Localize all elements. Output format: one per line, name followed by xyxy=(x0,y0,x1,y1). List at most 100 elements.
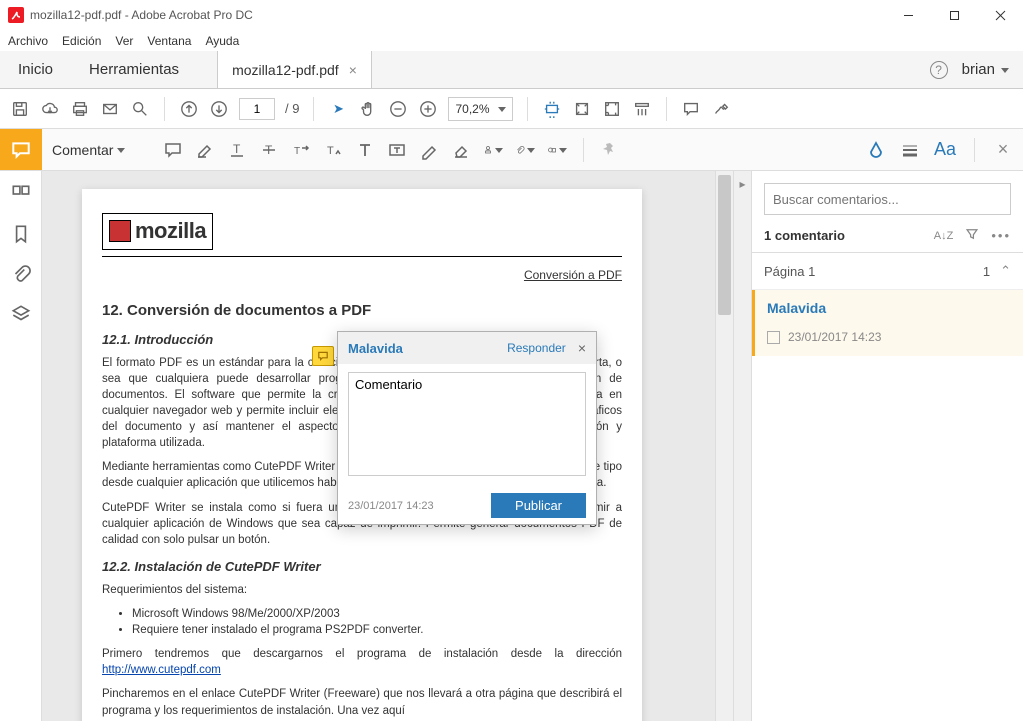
highlight-tool-icon[interactable] xyxy=(195,140,215,160)
sticky-note-marker[interactable] xyxy=(312,346,334,366)
comment-list-item[interactable]: Malavida 23/01/2017 14:23 xyxy=(752,290,1023,356)
stamp-tool-icon[interactable] xyxy=(483,140,503,160)
menu-window[interactable]: Ventana xyxy=(147,34,191,48)
attach-tool-icon[interactable] xyxy=(515,140,535,160)
close-toolbar-icon[interactable]: × xyxy=(993,140,1013,160)
save-icon[interactable] xyxy=(10,99,30,119)
tab-home[interactable]: Inicio xyxy=(0,51,71,88)
strikethrough-tool-icon[interactable]: T xyxy=(259,140,279,160)
prev-page-icon[interactable] xyxy=(179,99,199,119)
comment-dropdown[interactable]: Comentar xyxy=(52,142,125,158)
help-icon[interactable]: ? xyxy=(930,61,948,79)
shapes-tool-icon[interactable] xyxy=(547,140,567,160)
popup-author: Malavida xyxy=(348,341,403,356)
document-area: mozilla Conversión a PDF 12. Conversión … xyxy=(42,171,733,721)
chevron-up-icon[interactable]: ⌃ xyxy=(1000,263,1011,279)
doc-heading: 12. Conversión de documentos a PDF xyxy=(102,300,622,321)
menu-bar: Archivo Edición Ver Ventana Ayuda xyxy=(0,30,1023,51)
search-icon[interactable] xyxy=(130,99,150,119)
weight-tool-icon[interactable] xyxy=(900,140,920,160)
comment-mode-icon[interactable] xyxy=(0,129,42,170)
publish-button[interactable]: Publicar xyxy=(491,493,586,518)
user-menu[interactable]: brian xyxy=(962,61,1009,78)
hand-icon[interactable] xyxy=(358,99,378,119)
tab-close-icon[interactable]: × xyxy=(349,62,357,78)
title-bar: mozilla12-pdf.pdf - Adobe Acrobat Pro DC xyxy=(0,0,1023,30)
close-button[interactable] xyxy=(977,0,1023,30)
zoom-out-icon[interactable] xyxy=(388,99,408,119)
sort-icon[interactable]: A↓Z xyxy=(934,230,954,242)
zoom-select[interactable]: 70,2% xyxy=(448,97,512,121)
layers-icon[interactable] xyxy=(10,303,32,325)
color-tool-icon[interactable] xyxy=(866,140,886,160)
zoom-in-icon[interactable] xyxy=(418,99,438,119)
doc-paragraph: Primero tendremos que descargarnos el pr… xyxy=(102,646,622,678)
collapse-chevron-icon[interactable]: ▸ xyxy=(739,177,745,191)
pin-icon[interactable] xyxy=(600,140,620,160)
popup-timestamp: 23/01/2017 14:23 xyxy=(348,500,434,512)
item-checkbox[interactable] xyxy=(767,331,780,344)
panel-page-header[interactable]: Página 1 1 ⌃ xyxy=(752,253,1023,290)
doc-paragraph: Requerimientos del sistema: xyxy=(102,582,622,598)
text-tool-icon[interactable] xyxy=(355,140,375,160)
tab-document[interactable]: mozilla12-pdf.pdf × xyxy=(217,51,372,88)
right-rail-collapse: ▸ xyxy=(733,171,751,721)
scrollbar[interactable] xyxy=(715,171,733,721)
more-icon[interactable]: ••• xyxy=(991,228,1011,243)
insert-text-tool-icon[interactable]: T xyxy=(323,140,343,160)
mail-icon[interactable] xyxy=(100,99,120,119)
minimize-button[interactable] xyxy=(885,0,931,30)
textbox-tool-icon[interactable] xyxy=(387,140,407,160)
tab-tools[interactable]: Herramientas xyxy=(71,51,197,88)
menu-view[interactable]: Ver xyxy=(115,34,133,48)
chevron-down-icon xyxy=(1001,61,1009,78)
left-rail xyxy=(0,171,42,721)
sticky-note-tool-icon[interactable] xyxy=(163,140,183,160)
menu-help[interactable]: Ayuda xyxy=(205,34,239,48)
menu-file[interactable]: Archivo xyxy=(8,34,48,48)
attachments-icon[interactable] xyxy=(10,263,32,285)
chevron-down-icon xyxy=(559,142,567,157)
comment-icon[interactable] xyxy=(681,99,701,119)
doc-link[interactable]: http://www.cutepdf.com xyxy=(102,664,221,676)
menu-edit[interactable]: Edición xyxy=(62,34,101,48)
scrollbar-thumb[interactable] xyxy=(718,175,731,315)
maximize-button[interactable] xyxy=(931,0,977,30)
fit-width-icon[interactable] xyxy=(542,99,562,119)
fullscreen-icon[interactable] xyxy=(602,99,622,119)
reply-button[interactable]: Responder xyxy=(507,341,566,355)
tab-document-label: mozilla12-pdf.pdf xyxy=(232,62,339,78)
eraser-tool-icon[interactable] xyxy=(451,140,471,160)
popup-close-icon[interactable]: × xyxy=(578,340,586,356)
next-page-icon[interactable] xyxy=(209,99,229,119)
item-timestamp: 23/01/2017 14:23 xyxy=(788,330,881,344)
underline-tool-icon[interactable]: T xyxy=(227,140,247,160)
divider xyxy=(102,256,622,257)
replace-text-tool-icon[interactable]: T xyxy=(291,140,311,160)
pencil-tool-icon[interactable] xyxy=(419,140,439,160)
print-icon[interactable] xyxy=(70,99,90,119)
fit-page-icon[interactable] xyxy=(572,99,592,119)
chevron-down-icon xyxy=(498,102,506,116)
comment-popup: Malavida Responder × 23/01/2017 14:23 Pu… xyxy=(337,331,597,525)
bookmarks-icon[interactable] xyxy=(10,223,32,245)
pointer-icon[interactable]: ➤ xyxy=(328,99,348,119)
sign-icon[interactable] xyxy=(711,99,731,119)
filter-icon[interactable] xyxy=(965,227,979,244)
search-comments-input[interactable] xyxy=(764,183,1011,215)
font-tool-icon[interactable]: Aa xyxy=(934,139,956,160)
page-input[interactable] xyxy=(239,98,275,120)
comment-textarea[interactable] xyxy=(348,372,586,476)
conversion-link[interactable]: Conversión a PDF xyxy=(102,267,622,284)
svg-text:T: T xyxy=(327,145,334,157)
cloud-icon[interactable] xyxy=(40,99,60,119)
separator xyxy=(974,138,975,162)
reading-icon[interactable] xyxy=(632,99,652,119)
panel-page-label: Página 1 xyxy=(764,264,815,279)
list-item: Microsoft Windows 98/Me/2000/XP/2003 xyxy=(132,606,622,622)
comment-count: 1 comentario xyxy=(764,228,845,243)
doc-list: Microsoft Windows 98/Me/2000/XP/2003 Req… xyxy=(132,606,622,638)
thumbnails-icon[interactable] xyxy=(10,183,32,205)
tabs-row: Inicio Herramientas mozilla12-pdf.pdf × … xyxy=(0,51,1023,89)
logo-text: mozilla xyxy=(135,216,206,247)
